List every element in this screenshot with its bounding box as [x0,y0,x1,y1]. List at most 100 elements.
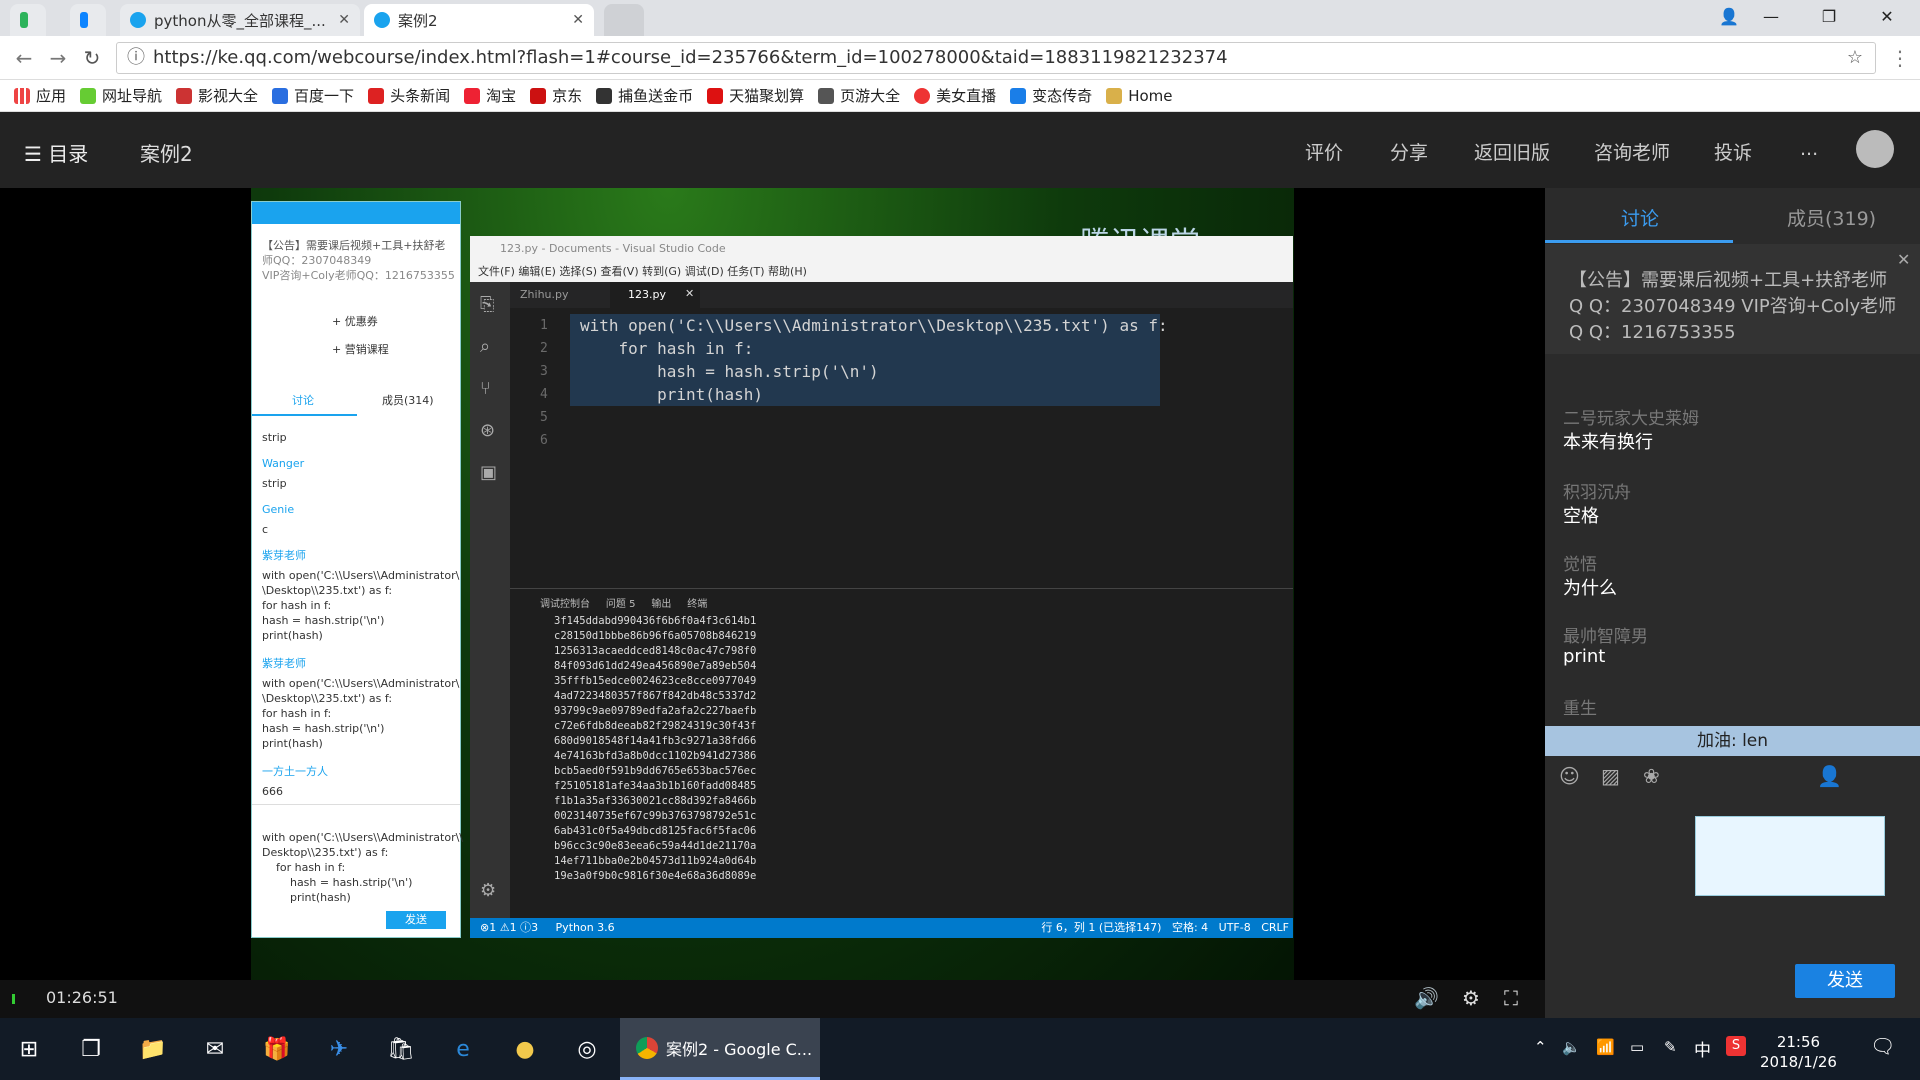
qq-notice-2: 师QQ：2307048349 [262,254,372,267]
sogou-icon[interactable]: S [1726,1036,1746,1056]
tab-favicon [130,12,146,28]
notifications-icon[interactable]: 🗨 [1870,1034,1895,1058]
flower-icon[interactable]: ❀ [1643,764,1660,788]
bookmark-item[interactable]: 京东 [530,85,582,106]
pinned-tab-1[interactable] [10,4,46,36]
tab-python-course[interactable]: python从零_全部课程_... ✕ [120,4,360,36]
old-version-link[interactable]: 返回旧版 [1474,138,1550,165]
address-bar[interactable]: ⓘ https://ke.qq.com/webcourse/index.html… [116,42,1876,74]
fullscreen-icon[interactable]: ⛶ [1504,986,1518,1010]
tab-members[interactable]: 成员(319) [1787,204,1876,231]
ime-indicator[interactable]: 中 [1694,1036,1711,1061]
close-icon[interactable]: ✕ [572,12,584,28]
bookmark-icon [707,87,724,104]
output-line: 14ef711bba0e2b04573d11b924a0d64b [554,855,757,867]
share-link[interactable]: 分享 [1390,138,1428,165]
app-icon[interactable]: ◎ [570,1032,604,1066]
tab-favicon [374,12,390,28]
message-author: 觉悟 [1563,555,1597,575]
tab-active[interactable]: 案例2 ✕ [364,4,594,36]
output-line: 4ad7223480357f867f842db48c5337d2 [554,690,757,702]
course-link: + 营销课程 [332,343,389,356]
forward-icon[interactable]: → [44,44,72,72]
close-icon[interactable]: ✕ [338,12,350,28]
qq-line: with open('C:\\Users\\Administrator\ [262,677,460,690]
image-icon[interactable]: ▨ [1601,764,1620,788]
minimize-icon[interactable]: — [1742,0,1800,32]
mail-icon[interactable]: ✉ [198,1032,232,1066]
settings-icon[interactable]: ⚙ [1462,986,1480,1010]
store-icon[interactable]: 🛍 [384,1032,418,1066]
line-number: 3 [540,364,548,379]
bookmark-item[interactable]: 页游大全 [818,85,900,106]
new-tab-button[interactable] [604,4,644,36]
task-view-icon[interactable]: ❐ [74,1032,108,1066]
git-icon: ⑂ [480,378,491,399]
chrome-label: 案例2 - Google C... [666,1039,813,1059]
battery-icon[interactable]: ▭ [1630,1038,1644,1056]
bookmark-item[interactable]: 影视大全 [176,85,258,106]
close-window-icon[interactable]: ✕ [1858,0,1916,32]
emoji-icon[interactable]: ☺ [1559,764,1580,788]
bookmark-apps[interactable]: 应用 [14,85,66,106]
qq-line: \Desktop\\235.txt') as f: [262,584,393,597]
bookmark-item[interactable]: 天猫聚划算 [707,85,804,106]
tray-up-icon[interactable]: ⌃ [1534,1038,1547,1056]
info-icon[interactable]: ⓘ [127,43,145,73]
status-left: ⊗1 ⚠1 ⓘ3 Python 3.6 [480,921,615,934]
bookmark-item[interactable]: 美女直播 [914,85,996,106]
file-explorer-icon[interactable]: 📁 [136,1032,170,1066]
qq-titlebar [252,202,460,224]
bookmark-item[interactable]: 网址导航 [80,85,162,106]
gear-icon: ⚙ [480,880,497,901]
gift-icon[interactable]: 🎁 [260,1032,294,1066]
apps-icon [14,87,30,104]
chrome-taskbar-item[interactable]: 案例2 - Google C... [620,1018,820,1080]
rate-link[interactable]: 评价 [1305,138,1343,165]
system-clock[interactable]: 21:56 2018/1/26 [1760,1032,1837,1072]
qq-input-line: with open('C:\\Users\\Administrator\\ [262,831,464,844]
progress-bar[interactable] [12,994,15,1004]
qq-line: strip [262,477,287,490]
line-number: 2 [540,341,548,356]
star-icon[interactable]: ☆ [1847,43,1863,73]
qq-input-line: for hash in f: [262,861,346,874]
pinned-tab-2[interactable] [70,4,106,36]
user-icon[interactable]: 👤 [1817,764,1842,788]
bookmark-item[interactable]: 头条新闻 [368,85,450,106]
message-author: 重生 [1563,699,1597,719]
restore-icon[interactable]: ❐ [1800,0,1858,32]
menu-icon[interactable]: ⋮ [1886,44,1914,72]
tab-underline [1545,240,1733,243]
catalog-button[interactable]: ☰ 目录 [24,138,88,167]
back-icon[interactable]: ← [10,44,38,72]
reload-icon[interactable]: ↻ [78,44,106,72]
more-link[interactable]: ... [1800,138,1818,160]
page-title: 案例2 [140,142,193,166]
bookmark-item[interactable]: 捕鱼送金币 [596,85,693,106]
bookmark-item[interactable]: 百度一下 [272,85,354,106]
time-display: 01:26:51 [46,988,118,1007]
volume-tray-icon[interactable]: 🔈 [1562,1038,1581,1056]
avatar[interactable] [1856,130,1894,168]
qq-input-line: hash = hash.strip('\n') [262,876,413,889]
bookmark-item[interactable]: 淘宝 [464,85,516,106]
tab-discuss[interactable]: 讨论 [1621,204,1659,231]
consult-teacher-link[interactable]: 咨询老师 [1594,138,1670,165]
bookmark-item[interactable]: Home [1106,87,1172,105]
bookmark-item[interactable]: 变态传奇 [1010,85,1092,106]
qq-line: print(hash) [262,629,323,642]
wifi-icon[interactable]: 📶 [1596,1038,1615,1056]
complain-link[interactable]: 投诉 [1714,138,1752,165]
app-icon[interactable]: ● [508,1032,542,1066]
pen-icon[interactable]: ✎ [1664,1038,1677,1056]
message-input-area[interactable]: ☺ ▨ ❀ 👤 发送 [1545,756,1920,1018]
qq-notice-3: VIP咨询+Coly老师QQ：1216753355 [262,269,455,282]
volume-icon[interactable]: 🔊 [1414,986,1439,1010]
app-icon[interactable]: ✈ [322,1032,356,1066]
edge-icon[interactable]: e [446,1032,480,1066]
output-line: 19e3a0f9b0c9816f30e4e68a36d8089e [554,870,757,882]
start-icon[interactable]: ⊞ [12,1032,46,1066]
send-button[interactable]: 发送 [1795,964,1895,998]
close-icon[interactable]: ✕ [1897,250,1910,269]
